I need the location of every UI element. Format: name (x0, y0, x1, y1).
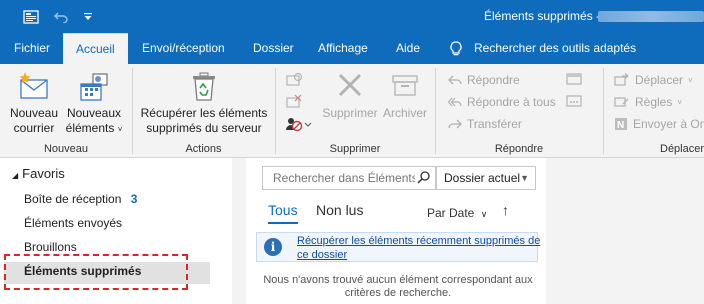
ribbon-separator (435, 68, 436, 154)
delete-button[interactable]: Supprimer (318, 70, 382, 121)
search-scope-dropdown[interactable]: Dossier actuel ▼ (436, 166, 536, 190)
rules-icon (614, 95, 630, 109)
reply-button[interactable]: Répondre (448, 71, 520, 89)
lightbulb-icon (450, 40, 462, 57)
tab-dossier[interactable]: Dossier (253, 33, 294, 64)
archive-button[interactable]: Archiver (380, 70, 430, 121)
chevron-down-icon: ˅ (677, 97, 683, 107)
tab-affichage[interactable]: Affichage (318, 33, 368, 64)
outlook-sync-icon[interactable] (22, 8, 40, 26)
chevron-down-icon: ˅ (688, 75, 693, 85)
ribbon-tabs: Fichier Accueil Envoi/réception Dossier … (0, 33, 704, 64)
more-respond-icon[interactable] (566, 94, 582, 111)
sort-direction-arrow-icon[interactable]: ↑ (502, 202, 509, 218)
search-icon[interactable] (417, 170, 431, 187)
undo-icon[interactable] (52, 8, 70, 26)
ribbon-separator (132, 68, 133, 154)
svg-text:N: N (617, 120, 624, 131)
annotation-highlight-box (4, 254, 188, 290)
search-box[interactable] (262, 166, 436, 190)
onenote-icon: N (614, 117, 628, 131)
rules-button[interactable]: Règles ˅ (614, 93, 682, 111)
favorites-header[interactable]: ◢ Favoris (12, 166, 65, 181)
tell-me-search[interactable]: Rechercher des outils adaptés (450, 33, 636, 64)
window-title: Éléments supprimés - (484, 9, 601, 23)
recover-deleted-items-button[interactable]: Récupérer les éléments supprimés du serv… (140, 70, 268, 136)
sort-by-dropdown[interactable]: Par Date ∨ (427, 206, 487, 220)
filter-tab-all[interactable]: Tous (268, 202, 298, 218)
message-list-pane: Dossier actuel ▼ Tous Non lus Par Date ∨… (246, 158, 546, 304)
archive-icon (380, 70, 430, 106)
group-label-deplacer: Déplacer (660, 143, 704, 155)
group-label-repondre: Répondre (494, 143, 544, 155)
reply-all-button[interactable]: Répondre à tous (448, 93, 556, 111)
filter-tab-unread[interactable]: Non lus (316, 202, 363, 218)
meeting-reply-icon[interactable] (566, 72, 582, 89)
tab-aide[interactable]: Aide (396, 33, 420, 64)
group-label-nouveau: Nouveau (43, 143, 89, 155)
ignore-icon[interactable] (285, 72, 303, 91)
chevron-down-icon: ∨ (480, 209, 488, 219)
tab-envoi-reception[interactable]: Envoi/réception (142, 33, 225, 64)
message-list-area: Dossier actuel ▼ Tous Non lus Par Date ∨… (232, 158, 704, 304)
folder-sent[interactable]: Éléments envoyés (24, 216, 122, 230)
junk-icon[interactable] (285, 116, 313, 135)
collapse-triangle-icon: ◢ (12, 171, 19, 180)
qat-customize-icon[interactable] (82, 8, 94, 26)
info-icon: i (264, 238, 282, 256)
unread-count: 3 (130, 192, 138, 206)
account-name-redacted (598, 11, 704, 22)
search-input[interactable] (263, 167, 415, 189)
new-mail-button[interactable]: Nouveau courrier (6, 70, 62, 136)
new-items-icon (63, 70, 125, 106)
forward-button[interactable]: Transférer (448, 115, 522, 133)
move-button[interactable]: Déplacer ˅ (614, 71, 693, 89)
folder-drafts[interactable]: Brouillons (24, 240, 77, 254)
folder-pane: ◢ Favoris Boîte de réception 3 Éléments e… (0, 158, 232, 304)
empty-list-message: Nous n'avons trouvé aucun élément corres… (263, 274, 533, 299)
chevron-down-icon: ˅ (117, 125, 123, 134)
forward-icon (448, 118, 462, 130)
recycle-bin-icon (140, 70, 268, 106)
delete-x-icon (318, 70, 382, 106)
tab-fichier[interactable]: Fichier (14, 33, 50, 64)
recover-info-bar: i Récupérer les éléments récemment suppr… (256, 232, 540, 262)
ribbon-separator (603, 68, 604, 154)
move-icon (614, 73, 630, 87)
group-label-actions: Actions (185, 143, 222, 155)
cleanup-icon[interactable] (285, 94, 303, 113)
active-tab-underline (268, 222, 298, 224)
reply-icon (448, 74, 462, 86)
recover-deleted-link[interactable]: Récupérer les éléments récemment supprim… (297, 234, 547, 262)
new-mail-icon (6, 70, 62, 106)
reply-all-icon (448, 96, 462, 108)
folder-inbox[interactable]: Boîte de réception 3 (24, 192, 137, 206)
chevron-down-icon: ▼ (520, 173, 529, 183)
tab-accueil[interactable]: Accueil (63, 33, 128, 64)
ribbon: Nouveau courrier Nouveaux éléments ˅ Nou… (0, 64, 704, 158)
group-label-supprimer: Supprimer (329, 143, 381, 155)
new-items-button[interactable]: Nouveaux éléments ˅ (63, 70, 125, 137)
ribbon-separator (275, 68, 276, 154)
send-to-onenote-button[interactable]: N Envoyer à On (614, 115, 704, 133)
title-bar: Éléments supprimés - (0, 0, 704, 33)
